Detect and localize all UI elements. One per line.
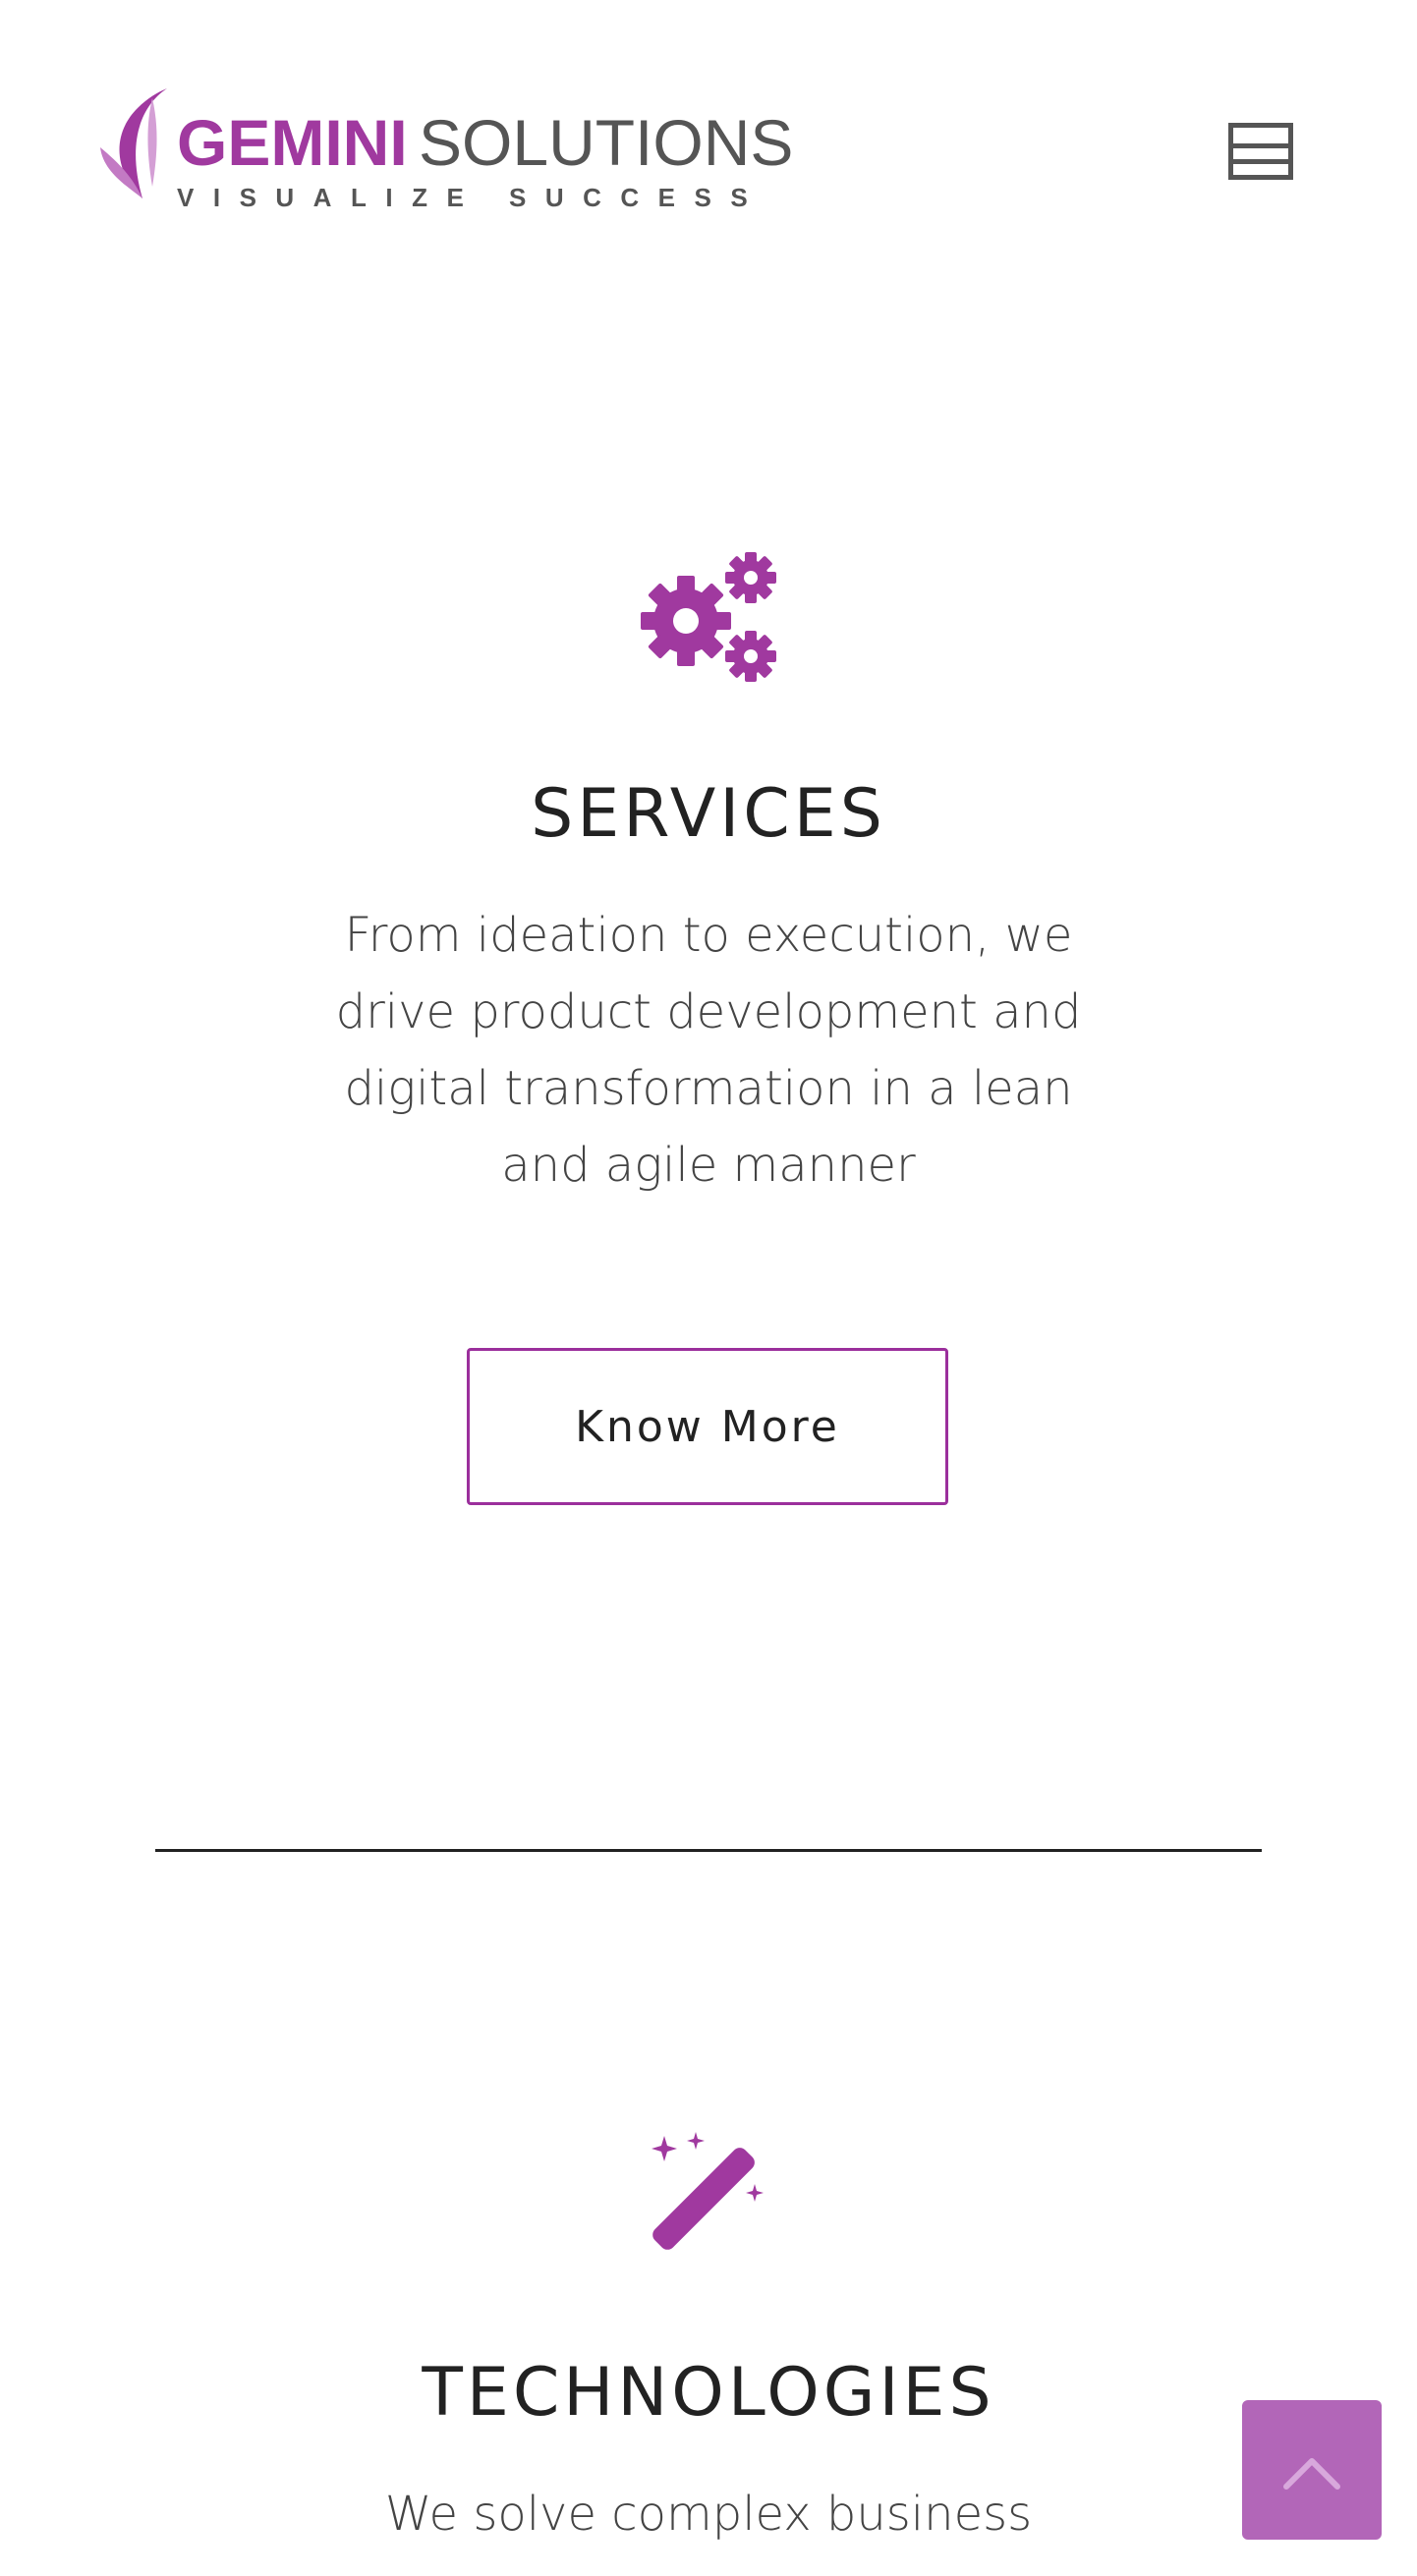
technologies-section: TECHNOLOGIES We solve complex business	[0, 1867, 1417, 2576]
gears-icon	[641, 552, 776, 682]
technologies-title: TECHNOLOGIES	[422, 2354, 995, 2432]
services-description: From ideation to execution, we drive pro…	[335, 908, 1082, 1193]
technologies-description: We solve complex business	[384, 2487, 1033, 2542]
magic-wand-icon	[652, 2132, 764, 2250]
chevron-up-icon	[1283, 2458, 1340, 2490]
scroll-to-top-button[interactable]	[1242, 2400, 1382, 2540]
services-section: SERVICES From ideation to execution, we …	[0, 0, 1417, 1847]
services-title: SERVICES	[531, 775, 886, 853]
section-divider	[155, 1849, 1262, 1852]
know-more-button[interactable]: Know More	[467, 1348, 948, 1505]
